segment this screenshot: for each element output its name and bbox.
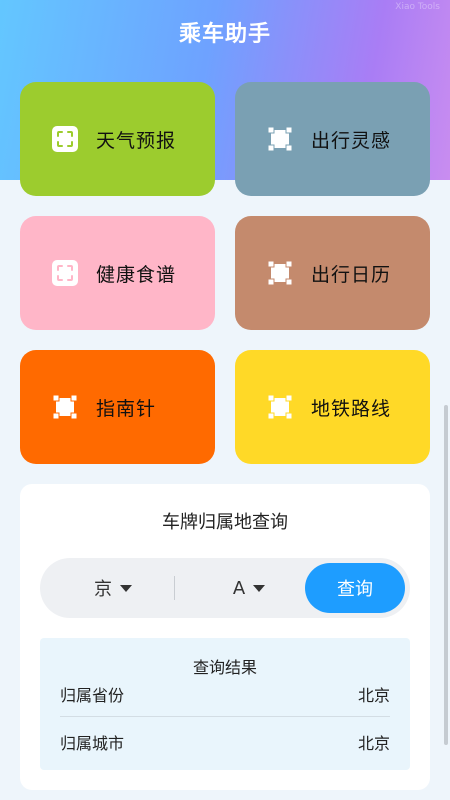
caret-down-icon	[120, 584, 132, 592]
province-value: 京	[94, 579, 112, 600]
result-value: 北京	[357, 686, 390, 705]
square-handles-icon	[52, 394, 78, 420]
tile-travel-inspiration[interactable]: 出行灵感	[235, 82, 430, 196]
feature-grid: 天气预报 出行灵感 健康食谱 出行日历 指南针 地铁路线	[20, 82, 430, 464]
card-title: 车牌归属地查询	[162, 512, 288, 533]
tile-label: 出行灵感	[311, 129, 392, 152]
page-title: 乘车助手	[178, 22, 271, 47]
plate-query-card: 车牌归属地查询 京 A 查询 查询结果 归属省份 北京 归属城市 北京	[20, 484, 430, 790]
watermark: Xiao Tools	[395, 2, 440, 12]
result-row: 归属城市 北京	[60, 730, 390, 754]
square-handles-icon	[267, 126, 293, 152]
tile-label: 地铁路线	[311, 397, 392, 420]
result-title: 查询结果	[192, 658, 257, 677]
result-label: 归属城市	[60, 734, 125, 753]
tile-label: 天气预报	[96, 129, 177, 152]
row-divider	[60, 716, 390, 717]
result-value: 北京	[357, 734, 390, 753]
tile-travel-calendar[interactable]: 出行日历	[235, 216, 430, 330]
square-handles-icon	[267, 260, 293, 286]
letter-select[interactable]: A	[190, 558, 308, 618]
tile-compass[interactable]: 指南针	[20, 350, 215, 464]
tile-label: 出行日历	[311, 263, 392, 286]
scan-frame-icon	[52, 126, 78, 152]
scrollbar[interactable]	[444, 405, 448, 745]
square-handles-icon	[267, 394, 293, 420]
province-select[interactable]: 京	[54, 558, 172, 618]
letter-value: A	[232, 577, 246, 599]
tile-label: 健康食谱	[96, 263, 177, 286]
tile-label: 指南针	[96, 397, 157, 420]
result-panel: 查询结果 归属省份 北京 归属城市 北京	[40, 638, 410, 770]
caret-down-icon	[253, 584, 266, 592]
query-bar: 京 A 查询	[40, 558, 410, 618]
scan-frame-icon	[52, 260, 78, 286]
result-label: 归属省份	[60, 686, 125, 705]
query-button[interactable]: 查询	[305, 563, 405, 613]
tile-weather[interactable]: 天气预报	[20, 82, 215, 196]
tile-healthy-recipes[interactable]: 健康食谱	[20, 216, 215, 330]
divider	[174, 576, 175, 600]
result-row: 归属省份 北京	[60, 682, 390, 706]
tile-subway-routes[interactable]: 地铁路线	[235, 350, 430, 464]
